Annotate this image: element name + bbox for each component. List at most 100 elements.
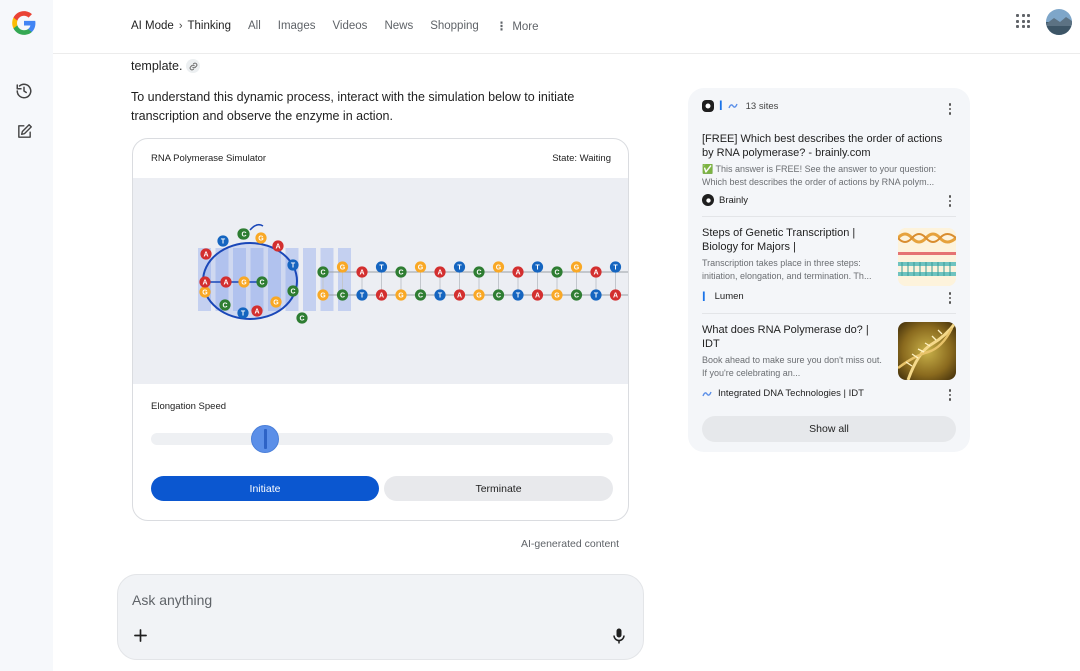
- nucleotide-label: T: [221, 239, 226, 246]
- speed-slider[interactable]: [151, 425, 613, 453]
- source-item-brainly[interactable]: [FREE] Which best describes the order of…: [702, 132, 956, 189]
- simulator-stage[interactable]: CGGCATTACGGCATTACGGCATTACGGCATTAATCGATCG…: [133, 178, 628, 384]
- nucleotide-label: A: [223, 280, 228, 287]
- link-icon: [189, 62, 198, 70]
- avatar-image: [1046, 9, 1072, 35]
- tab-shopping[interactable]: Shopping: [430, 20, 479, 32]
- nucleotide-label: G: [496, 265, 502, 272]
- tab-ai-mode[interactable]: AI Mode: [131, 20, 174, 32]
- nucleotide-label: A: [275, 244, 280, 251]
- nucleotide-label: A: [613, 293, 618, 300]
- initiate-button[interactable]: Initiate: [151, 476, 379, 501]
- lumen-favicon-icon: l: [719, 98, 723, 113]
- source-item-lumen[interactable]: Steps of Genetic Transcription | Biology…: [702, 226, 882, 283]
- source-snippet: Book ahead to make sure you don't miss o…: [702, 355, 882, 378]
- apps-grid-button[interactable]: [1014, 12, 1032, 30]
- nucleotide-label: C: [222, 303, 227, 310]
- simulator-card: RNA Polymerase Simulator State: Waiting …: [132, 138, 629, 521]
- source-menu-button[interactable]: [946, 388, 954, 402]
- nucleotide-label: C: [259, 280, 264, 287]
- left-rail: [0, 0, 53, 671]
- speed-slider-thumb[interactable]: [250, 425, 279, 453]
- source-title: What does RNA Polymerase do? | IDT: [702, 324, 869, 350]
- strand-highlight: [338, 248, 351, 311]
- source-site-name: Lumen: [714, 291, 744, 302]
- source-title: Steps of Genetic Transcription | Biology…: [702, 227, 856, 253]
- rna-polymerase-bubble: [202, 242, 298, 320]
- source-menu-button[interactable]: [946, 291, 954, 305]
- breadcrumb-separator: ›: [178, 20, 183, 32]
- tab-all[interactable]: All: [248, 20, 261, 32]
- nucleotide-label: G: [554, 293, 560, 300]
- nucleotide-label: C: [398, 270, 403, 277]
- brainly-favicon-icon: [702, 194, 714, 206]
- tab-more[interactable]: ⋮ More: [496, 19, 539, 33]
- nucleotide-label: T: [241, 311, 246, 318]
- tab-thinking[interactable]: Thinking: [188, 20, 231, 32]
- tab-more-label: More: [512, 21, 539, 33]
- nucleotide-label: G: [273, 300, 279, 307]
- nascent-rna: [249, 223, 264, 231]
- explanation-paragraph: To understand this dynamic process, inte…: [131, 90, 575, 123]
- tab-videos[interactable]: Videos: [332, 20, 367, 32]
- brainly-favicon-icon: [702, 100, 714, 112]
- microphone-icon: [613, 628, 625, 644]
- tab-news[interactable]: News: [384, 20, 413, 32]
- source-thumbnail-idt[interactable]: [898, 322, 956, 380]
- mic-button[interactable]: [611, 627, 627, 645]
- nucleotide-label: A: [202, 280, 207, 287]
- source-site-idt[interactable]: Integrated DNA Technologies | IDT: [702, 388, 864, 399]
- nucleotide-label: C: [554, 270, 559, 277]
- nucleotide-label: A: [515, 270, 520, 277]
- divider: [702, 216, 956, 217]
- nucleotide-label: T: [535, 265, 540, 272]
- nucleotide-label: G: [320, 293, 326, 300]
- ask-box: [117, 574, 644, 660]
- apps-icon: [1016, 14, 1019, 17]
- nucleotide-label: G: [258, 236, 264, 243]
- intro-line: template.: [131, 59, 201, 73]
- history-button[interactable]: [13, 80, 35, 102]
- edit-icon: [17, 123, 32, 138]
- nucleotide-label: T: [613, 265, 618, 272]
- source-site-brainly[interactable]: Brainly: [702, 194, 748, 206]
- new-chat-button[interactable]: [13, 120, 35, 142]
- nucleotide-label: A: [254, 309, 259, 316]
- nucleotide-label: A: [203, 252, 208, 259]
- nucleotide-label: A: [593, 270, 598, 277]
- source-thumbnail-lumen[interactable]: [898, 228, 956, 286]
- terminate-button[interactable]: Terminate: [384, 476, 613, 501]
- ask-input[interactable]: [132, 589, 612, 611]
- nucleotide-label: T: [291, 263, 296, 270]
- search-tabs: AI Mode › Thinking All Images Videos New…: [131, 19, 556, 33]
- citation-link-chip[interactable]: [186, 59, 201, 73]
- source-site-lumen[interactable]: l Lumen: [702, 290, 744, 303]
- nucleotide-label: T: [379, 265, 384, 272]
- sources-menu-button[interactable]: [946, 102, 954, 116]
- simulator-title: RNA Polymerase Simulator: [151, 153, 267, 164]
- source-menu-button[interactable]: [946, 194, 954, 208]
- nucleotide-label: G: [574, 265, 580, 272]
- sources-count: 13 sites: [745, 100, 779, 112]
- nucleotide-label: G: [398, 293, 404, 300]
- nucleotide-label: C: [299, 316, 304, 323]
- nucleotide-label: T: [457, 265, 462, 272]
- source-item-idt[interactable]: What does RNA Polymerase do? | IDT Book …: [702, 323, 882, 380]
- nucleotide-label: C: [290, 289, 295, 296]
- google-logo[interactable]: [11, 10, 37, 36]
- show-all-button[interactable]: Show all: [702, 416, 956, 442]
- history-icon: [16, 83, 32, 99]
- source-site-name: Integrated DNA Technologies | IDT: [718, 388, 864, 399]
- add-button[interactable]: [132, 627, 148, 643]
- nucleotide-label: C: [241, 232, 246, 239]
- nucleotide-label: A: [437, 270, 442, 277]
- tab-images[interactable]: Images: [278, 20, 316, 32]
- sources-panel: l 13 sites [FREE] Which best describes t…: [688, 88, 970, 452]
- nucleotide-label: C: [340, 293, 345, 300]
- sources-header[interactable]: l 13 sites: [702, 98, 779, 113]
- avatar[interactable]: [1046, 9, 1072, 35]
- more-vert-icon: ⋮: [495, 21, 508, 33]
- nucleotide-label: T: [516, 293, 521, 300]
- nucleotide-label: G: [202, 290, 208, 297]
- dna-helix-thumbnail-image: [898, 322, 956, 380]
